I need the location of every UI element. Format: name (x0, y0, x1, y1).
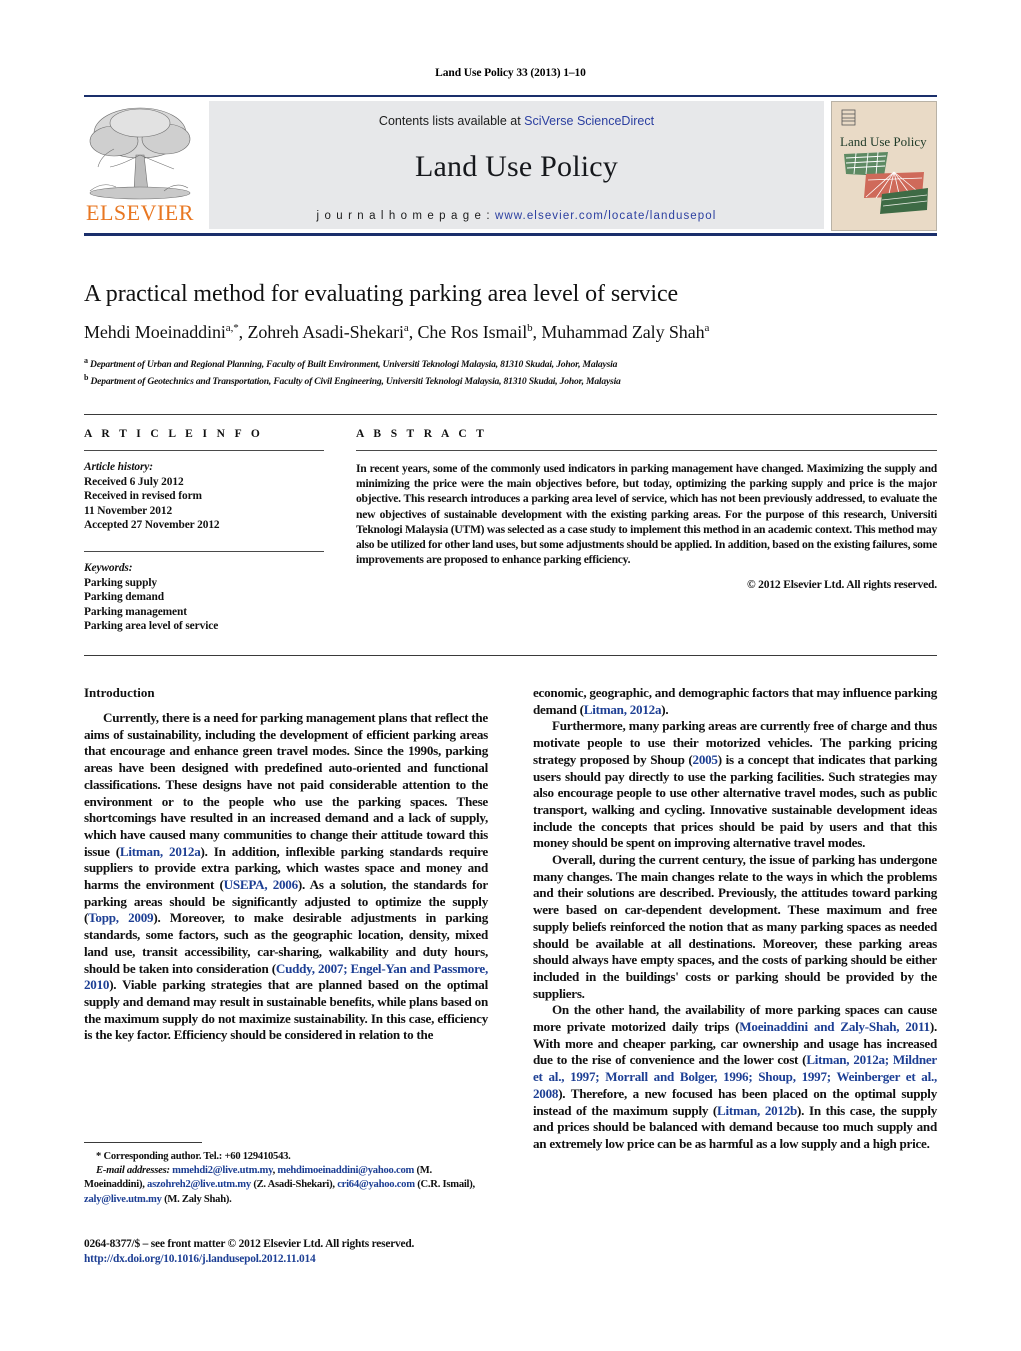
email-link-0[interactable]: mmehdi2@live.utm.my (172, 1165, 273, 1176)
email-addresses-note: E-mail addresses: mmehdi2@live.utm.my, m… (84, 1165, 475, 1205)
footnote-block: * Corresponding author. Tel.: +60 129410… (84, 1142, 488, 1207)
history-line-0: Received 6 July 2012 (84, 475, 184, 488)
body-top-rule (84, 655, 937, 656)
journal-homepage-line: j o u r n a l h o m e p a g e : www.else… (209, 210, 824, 222)
corresponding-author-note: * Corresponding author. Tel.: +60 129410… (96, 1151, 291, 1162)
paragraph-right-2: Overall, during the current century, the… (533, 852, 937, 1001)
affiliation-a-text: Department of Urban and Regional Plannin… (90, 359, 618, 371)
sciencedirect-link[interactable]: SciVerse ScienceDirect (524, 114, 654, 128)
footnote-rule (84, 1142, 202, 1143)
journal-masthead: ELSEVIER Contents lists available at Sci… (84, 95, 937, 236)
body-column-left: Introduction Currently, there is a need … (84, 685, 488, 1044)
body-column-right: economic, geographic, and demographic fa… (533, 685, 937, 1153)
contents-prefix-text: Contents lists available at (378, 114, 525, 128)
email-owner-1: (Z. Asadi-Shekari), (253, 1179, 335, 1191)
author-list: Mehdi Moeinaddinia,*, Zohreh Asadi-Sheka… (84, 322, 710, 342)
svg-text:Land Use Policy: Land Use Policy (840, 134, 927, 149)
email-label: E-mail addresses: (96, 1165, 170, 1177)
contents-available-line: Contents lists available at SciVerse Sci… (209, 101, 824, 128)
article-info-heading: A R T I C L E I N F O (84, 428, 264, 440)
homepage-prefix-text: j o u r n a l h o m e p a g e : (316, 210, 495, 222)
elsevier-logo: ELSEVIER (84, 103, 196, 229)
paragraph-right-3: On the other hand, the availability of m… (533, 1002, 937, 1151)
email-link-4[interactable]: zaly@live.utm.my (84, 1194, 162, 1205)
paragraph-right-1: Furthermore, many parking areas are curr… (533, 718, 937, 851)
paragraph-left-0: Currently, there is a need for parking m… (84, 710, 488, 1043)
abstract-heading: A B S T R A C T (356, 428, 488, 440)
masthead-bottom-rule (84, 233, 937, 236)
info-section-top-rule (84, 414, 937, 415)
article-history-label: Article history: (84, 461, 153, 473)
cover-artwork-icon: Land Use Policy (832, 102, 936, 230)
keyword-2: Parking management (84, 605, 187, 618)
masthead-center-panel: Contents lists available at SciVerse Sci… (209, 101, 824, 229)
page-title: A practical method for evaluating parkin… (84, 281, 679, 307)
email-link-3[interactable]: cri64@yahoo.com (337, 1179, 415, 1190)
issn-doi-block: 0264-8377/$ – see front matter © 2012 El… (84, 1237, 514, 1267)
masthead-top-rule (84, 95, 937, 97)
affiliation-a: a Department of Urban and Regional Plann… (84, 356, 618, 371)
abstract-text: In recent years, some of the commonly us… (356, 462, 937, 567)
elsevier-tree-icon (89, 107, 191, 200)
keyword-1: Parking demand (84, 591, 164, 604)
journal-article-page: Land Use Policy 33 (2013) 1–10 ELSEVIER … (0, 0, 1021, 1351)
title-block: A practical method for evaluating parkin… (84, 281, 937, 388)
keyword-0: Parking supply (84, 576, 157, 589)
journal-title: Land Use Policy (415, 150, 618, 183)
paragraph-right-0: economic, geographic, and demographic fa… (533, 685, 937, 717)
email-owner-3: (M. Zaly Shah). (164, 1193, 232, 1205)
elsevier-wordmark: ELSEVIER (86, 200, 194, 225)
abstract-rule (356, 450, 937, 451)
history-line-3: Accepted 27 November 2012 (84, 519, 220, 532)
copyright-line: © 2012 Elsevier Ltd. All rights reserved… (746, 578, 937, 592)
email-owner-2: (C.R. Ismail), (417, 1179, 475, 1191)
article-history-group: Article history: Received 6 July 2012 Re… (84, 460, 324, 533)
abstract-column: A B S T R A C T In recent years, some of… (356, 428, 937, 591)
affiliations: a Department of Urban and Regional Plann… (84, 354, 937, 388)
email-link-2[interactable]: aszohreh2@live.utm.my (147, 1179, 251, 1190)
keywords-label: Keywords: (84, 561, 133, 574)
running-head: Land Use Policy 33 (2013) 1–10 (435, 67, 586, 79)
doi-link[interactable]: http://dx.doi.org/10.1016/j.landusepol.2… (84, 1252, 514, 1267)
email-link-1[interactable]: mehdimoeinaddini@yahoo.com (277, 1165, 414, 1176)
affiliation-b: b Department of Geotechnics and Transpor… (84, 373, 621, 388)
keyword-3: Parking area level of service (84, 620, 219, 633)
journal-homepage-link[interactable]: www.elsevier.com/locate/landusepol (495, 210, 717, 222)
history-line-1: Received in revised form (84, 490, 202, 503)
journal-cover-thumbnail: Land Use Policy (831, 101, 937, 231)
article-info-rule (84, 450, 324, 451)
keywords-group: Keywords: Parking supply Parking demand … (84, 561, 324, 634)
section-heading-introduction: Introduction (84, 685, 155, 700)
affiliation-b-text: Department of Geotechnics and Transporta… (90, 376, 621, 388)
issn-line: 0264-8377/$ – see front matter © 2012 El… (84, 1238, 415, 1250)
history-line-2: 11 November 2012 (84, 504, 173, 517)
article-info-column: A R T I C L E I N F O Article history: R… (84, 428, 324, 634)
keywords-rule (84, 550, 324, 552)
